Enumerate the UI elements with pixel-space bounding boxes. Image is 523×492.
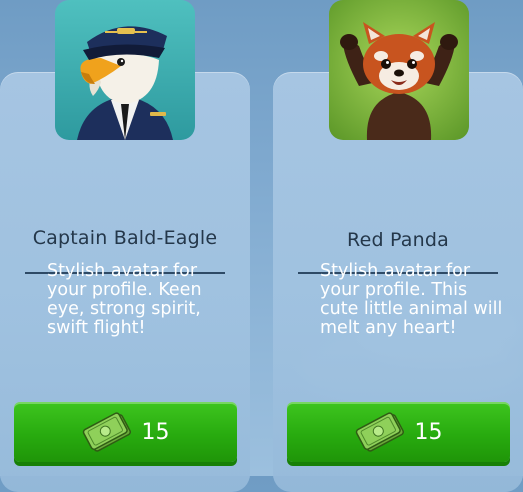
buy-button-red-panda[interactable]: 15 [287,402,510,462]
buy-button-captain-bald-eagle[interactable]: 15 [14,402,237,462]
card-description: Stylish avatar for your profile. This cu… [320,261,503,338]
card-description: Stylish avatar for your profile. Keen ey… [47,261,202,338]
price-label: 15 [141,419,170,445]
red-panda-avatar-icon [329,0,469,140]
cash-bills-icon [82,412,131,452]
price-label: 15 [414,419,443,445]
cash-bills-icon [355,412,404,452]
bald-eagle-avatar-icon [55,0,195,140]
card-title: Captain Bald-Eagle [32,227,218,249]
card-title: Red Panda [347,229,449,251]
